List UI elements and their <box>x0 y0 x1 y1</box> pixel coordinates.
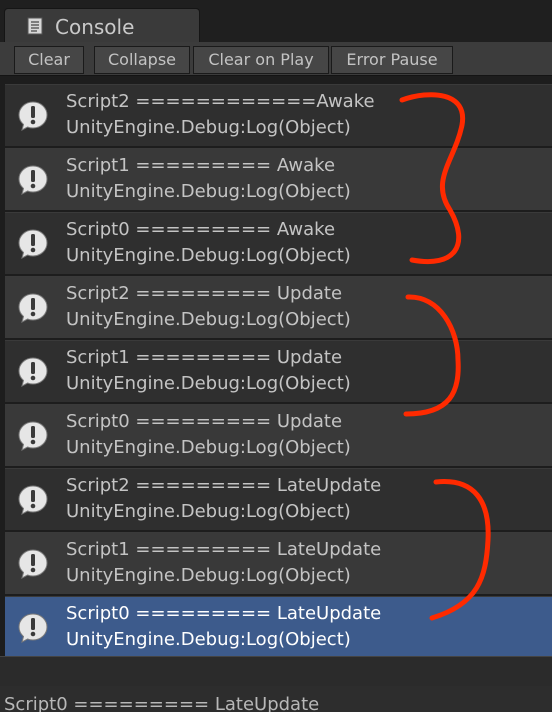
info-exclamation-icon <box>18 421 48 452</box>
log-list[interactable]: Script2 ============Awake UnityEngine.Deb… <box>0 76 552 658</box>
log-stack-trace: UnityEngine.Debug:Log(Object) <box>66 565 351 586</box>
clear-button[interactable]: Clear <box>14 46 84 74</box>
log-message: Script1 ========= Awake <box>66 155 336 176</box>
log-message: Script1 ========= Update <box>66 347 343 368</box>
clear-on-play-toggle[interactable]: Clear on Play <box>193 46 329 74</box>
info-exclamation-icon <box>18 357 48 388</box>
info-exclamation-icon <box>18 613 48 644</box>
log-entry[interactable]: Script2 ========= Update UnityEngine.Debu… <box>5 276 552 338</box>
error-pause-toggle[interactable]: Error Pause <box>331 46 453 74</box>
tab-bar: Console <box>0 0 552 42</box>
toolbar: Clear Collapse Clear on Play Error Pause <box>0 42 552 76</box>
log-message: Script1 ========= LateUpdate <box>66 539 382 560</box>
log-entry[interactable]: Script0 ========= LateUpdate UnityEngine.… <box>5 596 552 658</box>
log-message: Script0 ========= Update <box>66 411 343 432</box>
splitter[interactable] <box>0 656 552 687</box>
tab-console[interactable]: Console <box>4 8 200 42</box>
log-entry[interactable]: Script2 ========= LateUpdate UnityEngine.… <box>5 468 552 530</box>
log-stack-trace: UnityEngine.Debug:Log(Object) <box>66 245 351 266</box>
tab-title: Console <box>55 15 135 39</box>
log-message: Script0 ========= Awake <box>66 219 336 240</box>
info-exclamation-icon <box>18 485 48 516</box>
log-entry[interactable]: Script0 ========= Update UnityEngine.Debu… <box>5 404 552 466</box>
log-message: Script2 ============Awake <box>66 91 375 112</box>
log-entry[interactable]: Script2 ============Awake UnityEngine.Deb… <box>5 84 552 146</box>
log-stack-trace: UnityEngine.Debug:Log(Object) <box>66 373 351 394</box>
log-entry[interactable]: Script0 ========= Awake UnityEngine.Debug… <box>5 212 552 274</box>
info-exclamation-icon <box>18 293 48 324</box>
log-stack-trace: UnityEngine.Debug:Log(Object) <box>66 117 351 138</box>
log-stack-trace: UnityEngine.Debug:Log(Object) <box>66 437 351 458</box>
collapse-toggle[interactable]: Collapse <box>94 46 190 74</box>
log-entry[interactable]: Script1 ========= Update UnityEngine.Debu… <box>5 340 552 402</box>
log-message: Script2 ========= LateUpdate <box>66 475 382 496</box>
info-exclamation-icon <box>18 165 48 196</box>
log-entry[interactable]: Script1 ========= LateUpdate UnityEngine.… <box>5 532 552 594</box>
console-icon <box>27 17 43 35</box>
log-entry[interactable]: Script1 ========= Awake UnityEngine.Debug… <box>5 148 552 210</box>
log-stack-trace: UnityEngine.Debug:Log(Object) <box>66 629 351 650</box>
log-stack-trace: UnityEngine.Debug:Log(Object) <box>66 501 351 522</box>
log-stack-trace: UnityEngine.Debug:Log(Object) <box>66 181 351 202</box>
info-exclamation-icon <box>18 549 48 580</box>
log-message: Script2 ========= Update <box>66 283 343 304</box>
info-exclamation-icon <box>18 101 48 132</box>
log-stack-trace: UnityEngine.Debug:Log(Object) <box>66 309 351 330</box>
detail-panel: Script0 ========= LateUpdate <box>0 686 552 712</box>
detail-text: Script0 ========= LateUpdate <box>4 694 320 712</box>
log-message: Script0 ========= LateUpdate <box>66 603 382 624</box>
info-exclamation-icon <box>18 229 48 260</box>
